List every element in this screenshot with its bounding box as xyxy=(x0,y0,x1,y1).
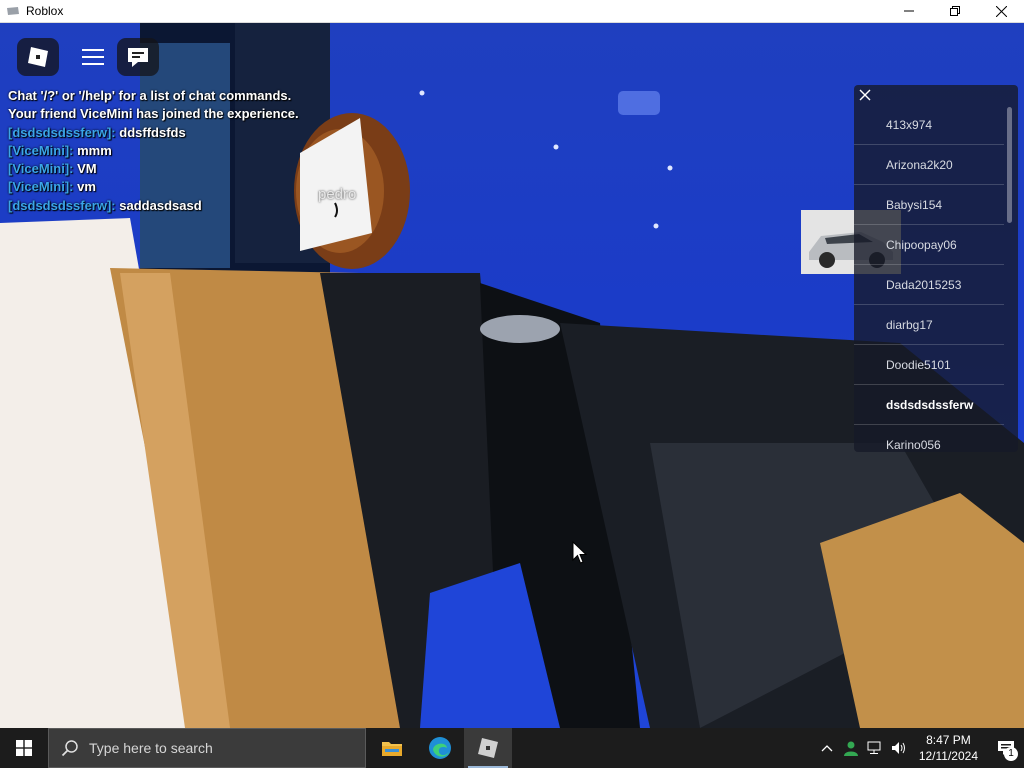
edge-button[interactable] xyxy=(416,728,464,768)
player-list-scrollbar[interactable] xyxy=(1007,107,1012,223)
taskbar-search-box[interactable]: Type here to search xyxy=(48,728,366,768)
game-viewport[interactable]: pedro Chat '/?' or '/help' for a list of… xyxy=(0,23,1024,728)
chat-icon xyxy=(128,48,148,67)
chat-message: [dsdsdsdssferw]: saddasdsasd xyxy=(8,197,202,213)
player-list-item[interactable]: Karino056 xyxy=(854,425,1004,452)
file-explorer-icon xyxy=(382,742,402,756)
notification-badge: 1 xyxy=(1004,747,1018,761)
menu-icon xyxy=(82,49,104,65)
roblox-logo-icon xyxy=(28,47,48,67)
show-hidden-icons-button[interactable] xyxy=(815,728,839,768)
window-title: Roblox xyxy=(26,4,64,18)
window-titlebar: Roblox xyxy=(0,0,1024,23)
volume-icon xyxy=(891,742,905,754)
clock-date: 12/11/2024 xyxy=(918,749,978,763)
chat-message: [ViceMini]: vm xyxy=(8,179,96,195)
start-button[interactable] xyxy=(0,728,48,768)
minimize-button[interactable] xyxy=(886,0,932,23)
chat-sender: [dsdsdsdssferw]: xyxy=(8,124,116,140)
player-list-item[interactable]: Arizona2k20 xyxy=(854,145,1004,185)
mouse-cursor-icon xyxy=(572,541,588,564)
hamburger-menu-button[interactable] xyxy=(72,38,114,76)
chat-sender: [dsdsdsdssferw]: xyxy=(8,197,116,213)
roblox-menu-button[interactable] xyxy=(17,38,59,76)
chat-sender: [ViceMini]: xyxy=(8,179,74,195)
chat-sender: [ViceMini]: xyxy=(8,142,74,158)
player-list-item[interactable]: 413x974 xyxy=(854,105,1004,145)
player-list-item[interactable]: Chipoopay06 xyxy=(854,225,1004,265)
chat-message: Chat '/?' or '/help' for a list of chat … xyxy=(8,88,292,103)
network-icon xyxy=(867,741,881,754)
restore-icon xyxy=(950,6,960,16)
chat-message: Your friend ViceMini has joined the expe… xyxy=(8,106,299,122)
taskbar-clock[interactable]: 8:47 PM 12/11/2024 xyxy=(911,732,988,764)
windows-logo-icon xyxy=(16,740,32,756)
chat-message: [ViceMini]: VM xyxy=(8,161,97,177)
search-icon xyxy=(61,740,78,757)
close-button[interactable] xyxy=(978,0,1024,23)
windows-taskbar: Type here to search 8:47 PM 12/11/2024 1 xyxy=(0,728,1024,768)
roblox-taskbar-button[interactable] xyxy=(464,728,512,768)
close-icon xyxy=(859,89,871,101)
action-center-button[interactable]: 1 xyxy=(988,728,1024,768)
close-icon xyxy=(995,5,1007,17)
roblox-icon xyxy=(478,738,498,758)
chat-toggle-button[interactable] xyxy=(117,38,159,76)
volume-tray-button[interactable] xyxy=(887,728,911,768)
search-placeholder: Type here to search xyxy=(89,740,213,756)
people-icon xyxy=(843,741,858,756)
network-tray-button[interactable] xyxy=(863,728,887,768)
clock-time: 8:47 PM xyxy=(926,733,971,747)
system-tray: 8:47 PM 12/11/2024 1 xyxy=(815,728,1024,768)
player-list-item[interactable]: Doodie5101 xyxy=(854,345,1004,385)
player-list-item[interactable]: Dada2015253 xyxy=(854,265,1004,305)
chat-log: Chat '/?' or '/help' for a list of chat … xyxy=(8,87,338,215)
chat-message: [dsdsdsdssferw]: ddsffdsfds xyxy=(8,124,186,140)
chat-message: [ViceMini]: mmm xyxy=(8,142,112,158)
player-list-item[interactable]: diarbg17 xyxy=(854,305,1004,345)
file-explorer-button[interactable] xyxy=(368,728,416,768)
player-list-item-local[interactable]: dsdsdsdssferw xyxy=(854,385,1004,425)
chat-sender: [ViceMini]: xyxy=(8,161,74,177)
player-list: 413x974 Arizona2k20 Babysi154 Chipoopay0… xyxy=(854,85,1018,452)
edge-icon xyxy=(429,737,451,759)
player-list-close-button[interactable] xyxy=(858,88,872,102)
chevron-up-icon xyxy=(821,745,833,752)
minimize-icon xyxy=(904,10,914,12)
roblox-app-icon xyxy=(7,7,19,15)
people-tray-button[interactable] xyxy=(839,728,863,768)
player-list-item[interactable]: Babysi154 xyxy=(854,185,1004,225)
restore-button[interactable] xyxy=(932,0,978,23)
